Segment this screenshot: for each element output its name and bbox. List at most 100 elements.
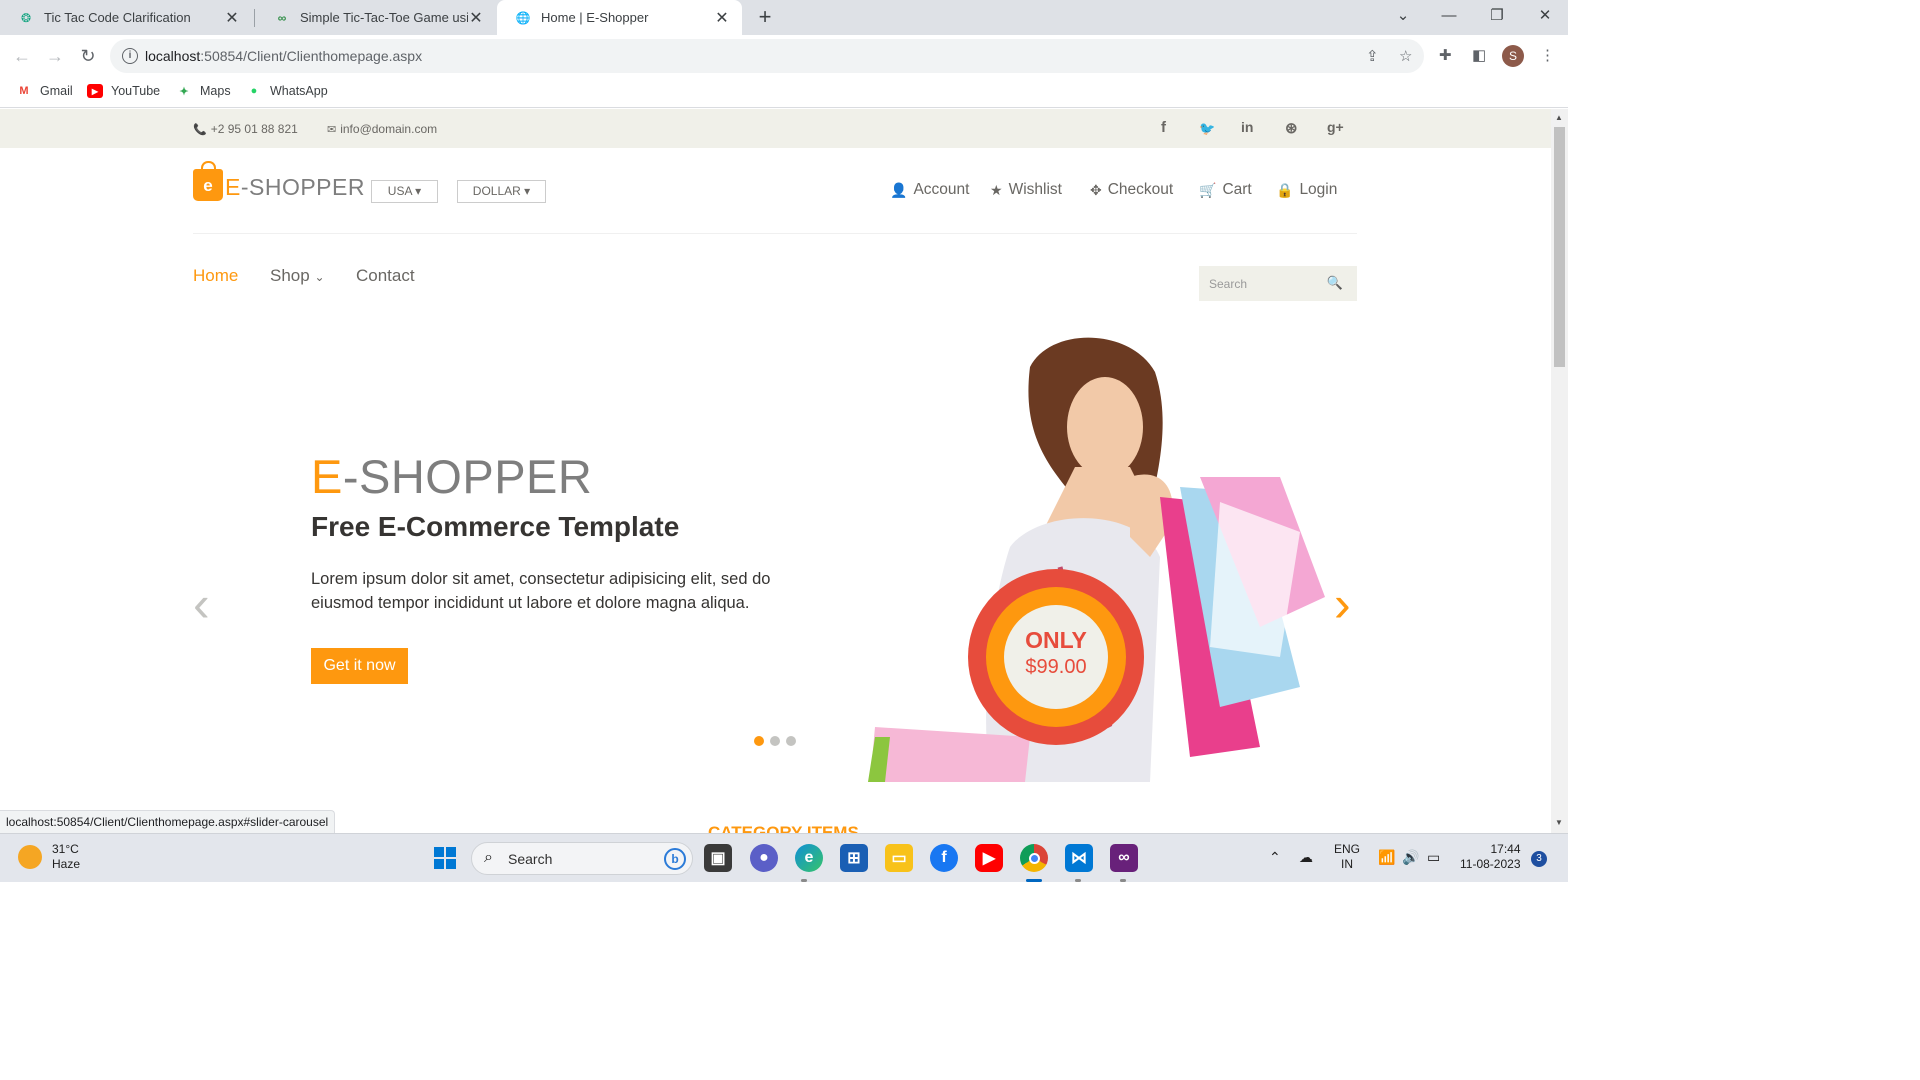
bookmark-star-icon[interactable]: ☆ — [1399, 47, 1412, 65]
slider-dot[interactable] — [770, 736, 780, 746]
taskbar-search-label: Search — [508, 851, 553, 867]
extensions-icon[interactable]: ✚ — [1439, 46, 1452, 64]
get-it-now-button[interactable]: Get it now — [311, 648, 408, 684]
file-explorer-icon[interactable]: ▭ — [885, 844, 913, 872]
slider-dot[interactable] — [754, 736, 764, 746]
tab-search-button[interactable]: ⌄ — [1380, 0, 1426, 32]
tab-tic-tac-toe[interactable]: ∞ Simple Tic-Tac-Toe Game using J ✕ — [256, 0, 496, 35]
clock[interactable]: 17:44 11-08-2023 — [1460, 842, 1521, 872]
gmail-icon: M — [19, 85, 29, 97]
search-icon[interactable]: 🔍 — [1327, 275, 1343, 291]
bookmark-label: Gmail — [40, 84, 73, 98]
taskbar-search[interactable]: ⌕ Search b — [471, 842, 693, 875]
scrollbar-thumb[interactable] — [1554, 127, 1565, 367]
back-button[interactable]: ← — [9, 43, 35, 69]
logo-text: E-SHOPPER — [225, 174, 365, 200]
profile-avatar[interactable]: S — [1502, 45, 1524, 67]
scroll-down-icon[interactable]: ▼ — [1555, 818, 1563, 827]
badge-price: $99.00 — [1025, 656, 1087, 678]
login-link[interactable]: 🔒 Login — [1276, 181, 1337, 199]
weather-widget[interactable]: 31°C Haze — [18, 842, 80, 872]
nav-contact[interactable]: Contact — [356, 266, 415, 286]
reload-button[interactable]: ↻ — [75, 43, 101, 69]
facebook-app-icon[interactable]: f — [930, 844, 958, 872]
tab-tic-tac-code[interactable]: ❂ Tic Tac Code Clarification ✕ — [0, 0, 252, 35]
slider-dot[interactable] — [786, 736, 796, 746]
user-icon: 👤 — [890, 181, 908, 198]
tab-title: Simple Tic-Tac-Toe Game using J — [300, 10, 468, 25]
language-indicator[interactable]: ENG IN — [1334, 842, 1360, 872]
cart-link[interactable]: 🛒 Cart — [1199, 181, 1252, 199]
linkedin-icon[interactable]: in — [1241, 119, 1253, 135]
wishlist-link[interactable]: ★ Wishlist — [990, 181, 1062, 199]
url-text[interactable]: localhost:50854/Client/Clienthomepage.as… — [145, 48, 422, 64]
notification-badge[interactable]: 3 — [1531, 851, 1547, 867]
close-icon[interactable]: ✕ — [714, 8, 730, 28]
onedrive-icon[interactable]: ☁ — [1299, 849, 1313, 866]
site-logo[interactable]: e E-SHOPPER — [193, 161, 365, 201]
search-input[interactable] — [1199, 266, 1329, 301]
address-bar[interactable]: i localhost:50854/Client/Clienthomepage.… — [110, 39, 1424, 73]
weather-temp: 31°C — [52, 842, 79, 856]
battery-icon[interactable]: ▭ — [1427, 849, 1440, 866]
weather-desc: Haze — [52, 857, 81, 871]
close-icon[interactable]: ✕ — [468, 8, 484, 28]
youtube-app-icon[interactable]: ▶ — [975, 844, 1003, 872]
category-items-heading: CATEGORY ITEMS — [708, 823, 859, 833]
google-plus-icon[interactable]: g+ — [1327, 119, 1344, 135]
dribbble-icon[interactable]: ⊛ — [1285, 119, 1298, 137]
slider-next-arrow[interactable]: › — [1334, 579, 1351, 629]
chevron-up-icon[interactable]: ⌃ — [1269, 849, 1281, 866]
close-icon[interactable]: ✕ — [224, 8, 240, 28]
side-panel-icon[interactable]: ◧ — [1472, 46, 1486, 64]
star-icon: ★ — [990, 181, 1003, 198]
nav-home[interactable]: Home — [193, 266, 238, 286]
facebook-icon[interactable]: f — [1161, 119, 1166, 136]
page-scrollbar[interactable]: ▲ ▼ — [1551, 109, 1568, 833]
account-link[interactable]: 👤 Account — [890, 181, 969, 199]
volume-icon[interactable]: 🔊 — [1402, 849, 1419, 866]
cart-icon: 🛒 — [1199, 181, 1217, 198]
slider-indicators — [754, 736, 802, 746]
bookmarks-bar: M Gmail ▶ YouTube ✦ Maps ● WhatsApp — [0, 76, 1568, 108]
windows-start-icon[interactable] — [431, 844, 459, 872]
share-icon[interactable]: ⇪ — [1366, 47, 1379, 65]
restore-button[interactable]: ❐ — [1474, 0, 1520, 32]
forward-button[interactable]: → — [42, 43, 68, 69]
price-badge: ONLY $99.00 — [968, 569, 1144, 745]
task-view-icon[interactable]: ▣ — [704, 844, 732, 872]
lock-icon: 🔒 — [1276, 181, 1294, 198]
nav-shop[interactable]: Shop ⌄ — [270, 266, 325, 286]
clock-date: 11-08-2023 — [1460, 857, 1521, 871]
scroll-up-icon[interactable]: ▲ — [1555, 113, 1563, 122]
checkout-link[interactable]: ✥ Checkout — [1090, 181, 1173, 199]
teams-chat-icon[interactable]: ● — [750, 844, 778, 872]
vscode-icon[interactable]: ⋈ — [1065, 844, 1093, 872]
visual-studio-icon[interactable]: ∞ — [1110, 844, 1138, 872]
chevron-down-icon: ⌄ — [314, 270, 325, 284]
edge-icon[interactable]: e — [795, 844, 823, 872]
menu-dots-icon[interactable]: ⋮ — [1540, 46, 1555, 64]
header-divider — [193, 233, 1357, 234]
currency-dropdown[interactable]: DOLLAR ▾ — [457, 180, 546, 203]
minimize-button[interactable]: — — [1426, 0, 1472, 32]
tab-home-eshopper[interactable]: 🌐 Home | E-Shopper ✕ — [497, 0, 742, 35]
slider-description: Lorem ipsum dolor sit amet, consectetur … — [311, 570, 771, 612]
bing-icon[interactable]: b — [664, 848, 686, 870]
slider-prev-arrow[interactable]: ‹ — [193, 579, 210, 629]
bookmark-gmail[interactable]: M Gmail — [16, 84, 73, 98]
phone-number: +2 95 01 88 821 — [210, 122, 298, 136]
phone-contact[interactable]: 📞 +2 95 01 88 821 — [193, 122, 298, 136]
close-window-button[interactable]: ✕ — [1522, 0, 1568, 32]
bookmark-maps[interactable]: ✦ Maps — [176, 84, 230, 98]
twitter-icon[interactable]: 🐦 — [1199, 121, 1215, 137]
new-tab-button[interactable]: + — [752, 4, 778, 30]
country-dropdown[interactable]: USA ▾ — [371, 180, 438, 203]
site-info-icon[interactable]: i — [122, 48, 138, 64]
wifi-icon[interactable]: 📶 — [1378, 849, 1395, 866]
bookmark-whatsapp[interactable]: ● WhatsApp — [246, 84, 328, 98]
email-contact[interactable]: ✉ info@domain.com — [327, 122, 437, 136]
bookmark-youtube[interactable]: ▶ YouTube — [87, 84, 160, 98]
microsoft-store-icon[interactable]: ⊞ — [840, 844, 868, 872]
chrome-icon[interactable] — [1020, 844, 1048, 872]
